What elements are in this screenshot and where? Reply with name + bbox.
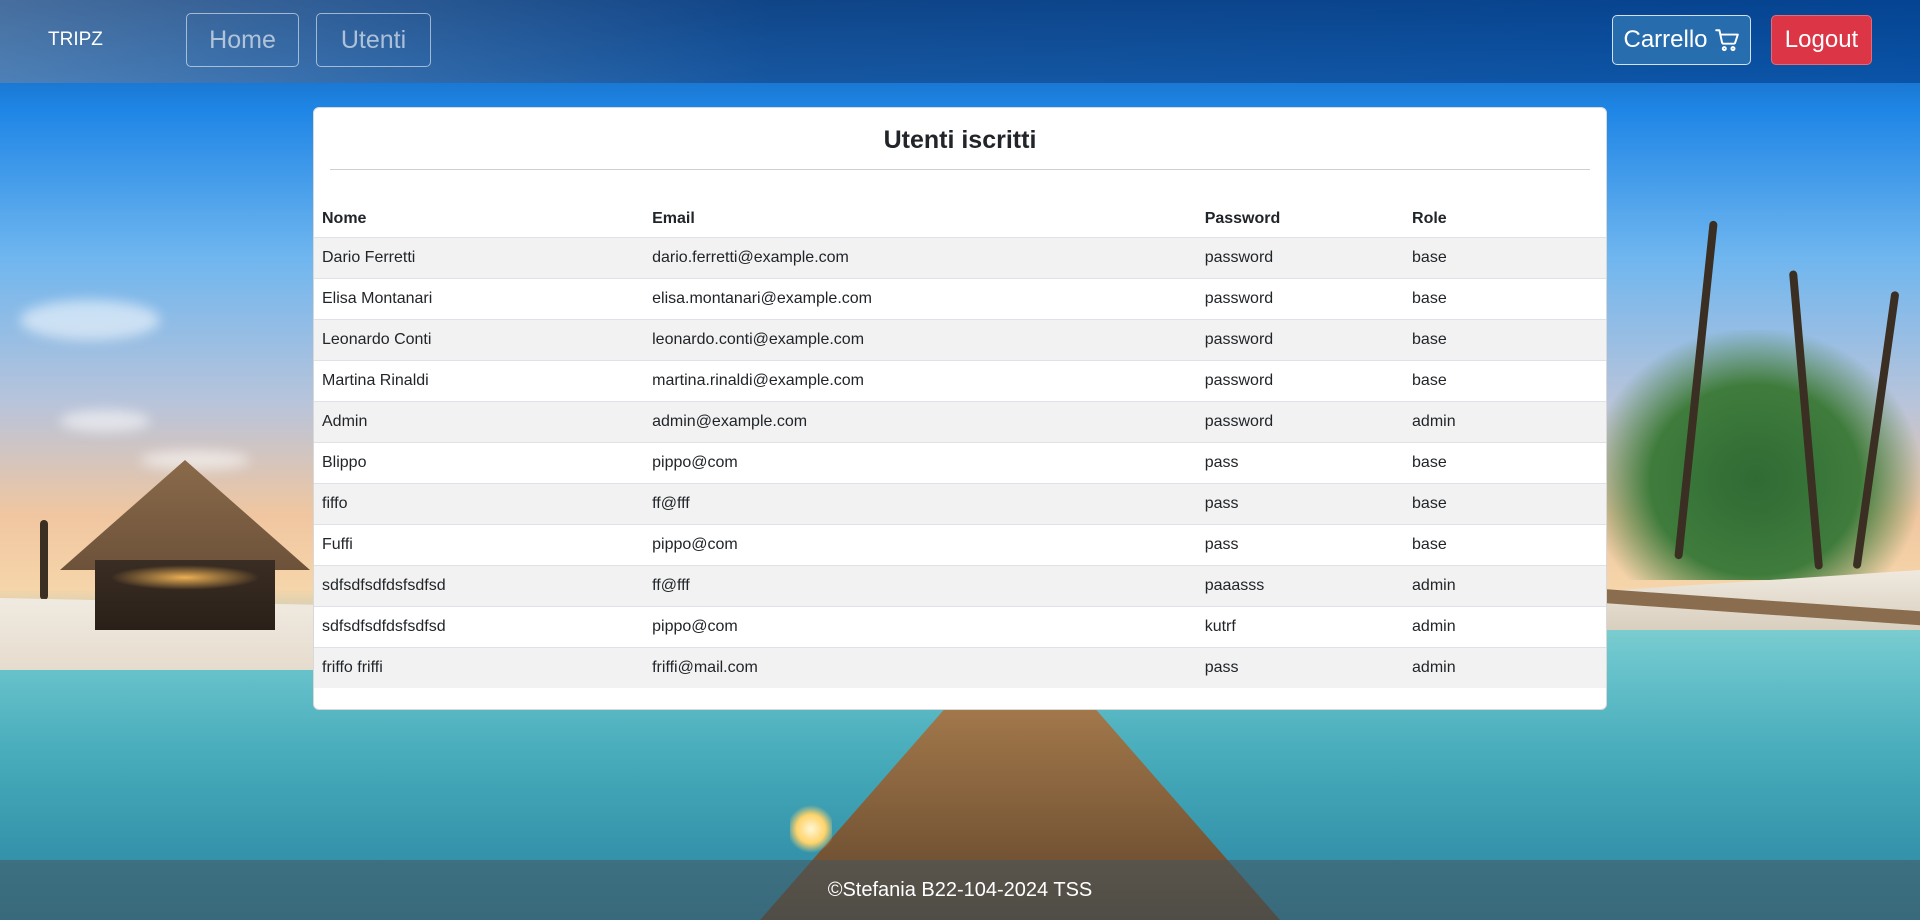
page: TRIPZ Home Utenti Carrello Logout Utenti… [0,0,1920,920]
cart-button-label: Carrello [1623,26,1708,53]
brand-logo[interactable]: TRIPZ [48,29,103,51]
table-row: fiffo ff@fff pass base [314,483,1606,525]
cell-password: password [1196,319,1405,361]
cell-role: base [1404,483,1606,525]
users-table: Nome Email Password Role Dario Ferretti … [314,201,1606,688]
cart-button[interactable]: Carrello [1612,15,1751,65]
table-row: Leonardo Conti leonardo.conti@example.co… [314,319,1606,361]
cell-email: pippo@com [644,606,1197,648]
table-row: sdfsdfsdfdsfsdfsd pippo@com kutrf admin [314,606,1606,648]
cell-role: base [1404,319,1606,361]
table-row: sdfsdfsdfdsfsdfsd ff@fff paaasss admin [314,565,1606,607]
cloud [60,410,150,432]
cell-nome: Elisa Montanari [314,278,645,320]
cell-email: ff@fff [644,483,1197,525]
cell-email: friffi@mail.com [644,647,1197,688]
cell-email: leonardo.conti@example.com [644,319,1197,361]
cell-nome: sdfsdfsdfdsfsdfsd [314,565,645,607]
cell-role: base [1404,360,1606,402]
nav-utenti-button[interactable]: Utenti [316,13,431,67]
cell-role: admin [1404,401,1606,443]
column-header-email: Email [652,210,695,227]
divider [330,169,1590,170]
cell-nome: fiffo [314,483,645,525]
hut [60,460,310,570]
cell-email: elisa.montanari@example.com [644,278,1197,320]
footer-copyright: ©Stefania B22-104-2024 TSS [827,878,1093,901]
cloud [20,300,160,340]
nav-home-button[interactable]: Home [186,13,299,67]
cell-email: dario.ferretti@example.com [644,237,1197,279]
cell-role: admin [1404,606,1606,648]
cell-password: kutrf [1196,606,1405,648]
cell-role: base [1404,278,1606,320]
cell-nome: Admin [314,401,645,443]
table-row: Admin admin@example.com password admin [314,401,1606,443]
column-header-nome: Nome [322,210,367,227]
table-header-row: Nome Email Password Role [314,201,1606,238]
cell-password: password [1196,278,1405,320]
cell-nome: Fuffi [314,524,645,566]
palm-tree [40,520,48,600]
cell-email: admin@example.com [644,401,1197,443]
cell-password: password [1196,237,1405,279]
cell-nome: friffo friffi [314,647,645,688]
cell-role: admin [1404,647,1606,688]
hut-light [110,565,260,590]
cell-nome: Blippo [314,442,645,484]
cell-email: pippo@com [644,442,1197,484]
users-card: Utenti iscritti Nome Email Password Role… [313,107,1607,710]
cell-nome: sdfsdfsdfdsfsdfsd [314,606,645,648]
page-title: Utenti iscritti [883,126,1037,154]
cell-password: password [1196,401,1405,443]
cell-password: pass [1196,483,1405,525]
table-row: Dario Ferretti dario.ferretti@example.co… [314,237,1606,279]
cell-password: paaasss [1196,565,1405,607]
cell-nome: Leonardo Conti [314,319,645,361]
table-row: Martina Rinaldi martina.rinaldi@example.… [314,360,1606,402]
table-row: Elisa Montanari elisa.montanari@example.… [314,278,1606,320]
table-row: friffo friffi friffi@mail.com pass admin [314,647,1606,688]
cell-role: base [1404,524,1606,566]
lamp [790,805,832,853]
cell-nome: Martina Rinaldi [314,360,645,402]
footer: ©Stefania B22-104-2024 TSS [0,860,1920,920]
cell-password: pass [1196,524,1405,566]
cell-password: pass [1196,647,1405,688]
table-row: Fuffi pippo@com pass base [314,524,1606,566]
column-header-role: Role [1412,210,1447,227]
cell-role: base [1404,442,1606,484]
navbar: TRIPZ Home Utenti Carrello Logout [0,0,1920,83]
cell-password: pass [1196,442,1405,484]
cloud [140,450,250,470]
cell-role: admin [1404,565,1606,607]
cell-email: pippo@com [644,524,1197,566]
cell-role: base [1404,237,1606,279]
cart-icon [1714,29,1739,52]
cell-password: password [1196,360,1405,402]
cell-email: ff@fff [644,565,1197,607]
cell-nome: Dario Ferretti [314,237,645,279]
column-header-password: Password [1204,210,1281,227]
logout-button[interactable]: Logout [1771,15,1872,65]
table-row: Blippo pippo@com pass base [314,442,1606,484]
cell-email: martina.rinaldi@example.com [644,360,1197,402]
